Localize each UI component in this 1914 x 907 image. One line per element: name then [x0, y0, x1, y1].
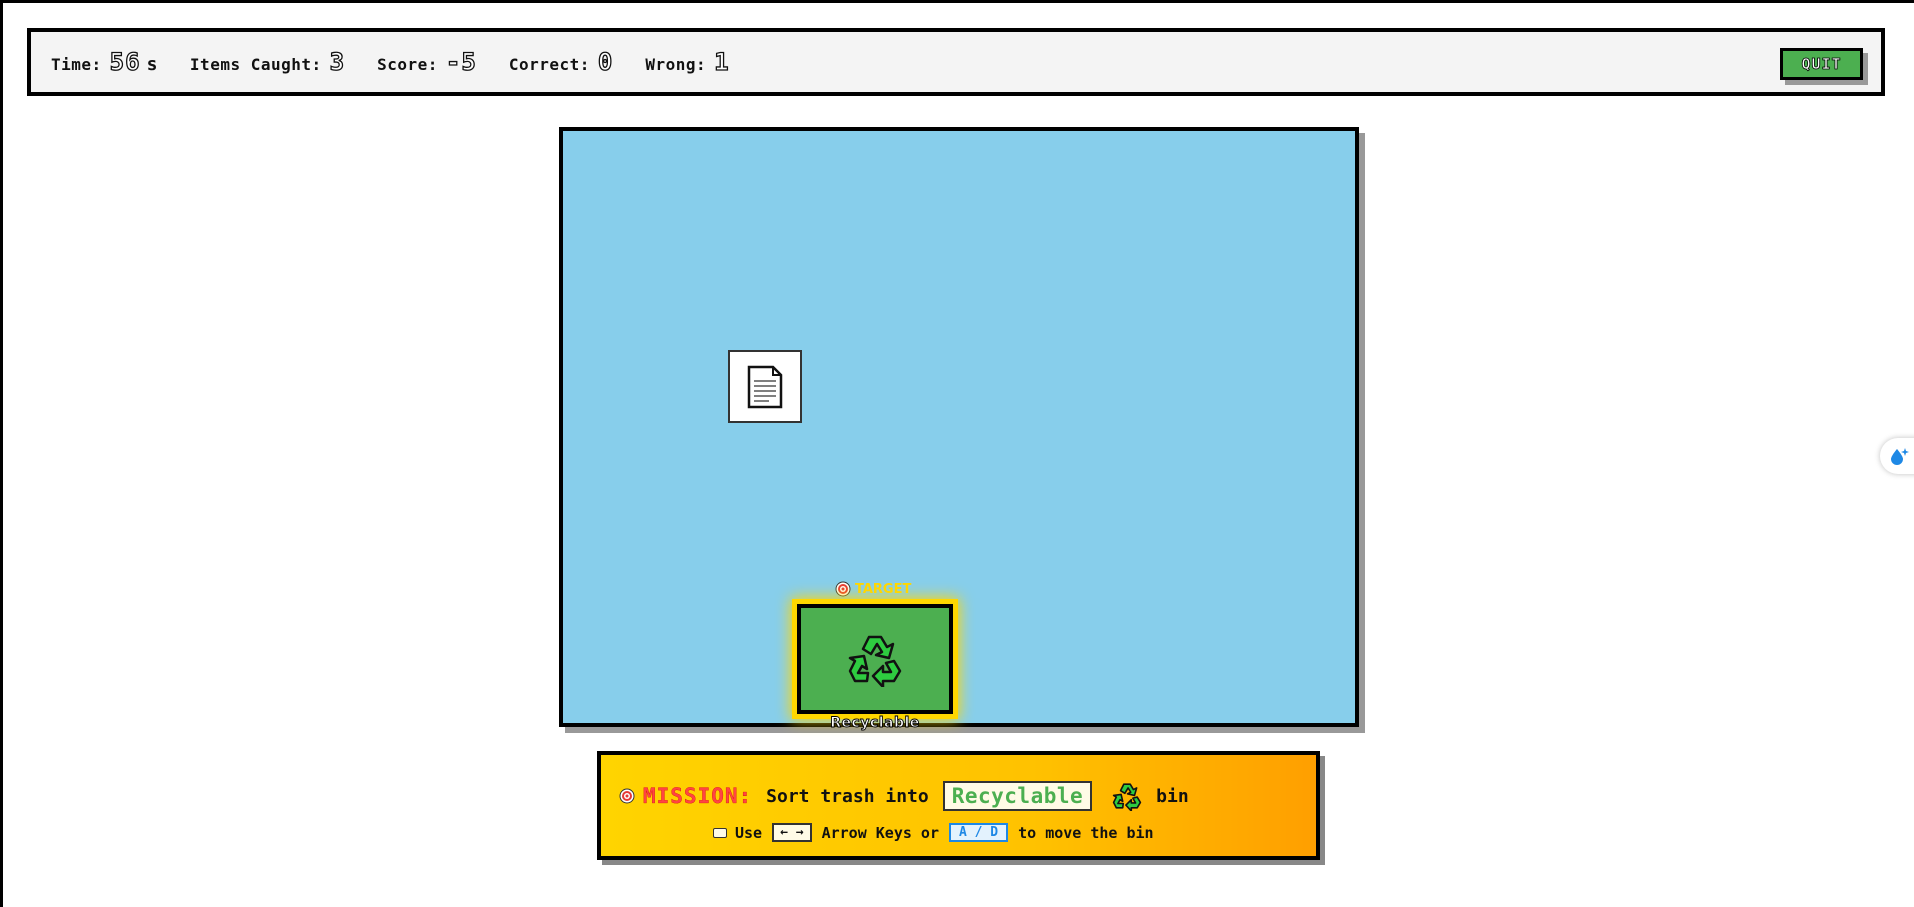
quit-button[interactable]: QUIT: [1780, 48, 1863, 80]
move-text: to move the bin: [1018, 823, 1154, 842]
arrow-keys-text: Arrow Keys or: [821, 823, 939, 842]
score-stat: Score: -5: [377, 47, 477, 76]
mission-banner: MISSION: Sort trash into Recyclable bin …: [597, 751, 1320, 860]
target-icon: [835, 581, 851, 597]
arrow-keys-box: ← →: [772, 823, 812, 842]
items-caught-value: 3: [329, 47, 346, 76]
time-stat: Time: 56 s: [51, 47, 158, 76]
controls-hint: Use ← → Arrow Keys or A / D to move the …: [713, 823, 1154, 842]
hud-bar: Time: 56 s Items Caught: 3 Score: -5 Cor…: [27, 28, 1885, 96]
items-caught-stat: Items Caught: 3: [189, 47, 346, 76]
falling-item: [728, 350, 802, 423]
recycle-icon: [1112, 781, 1142, 811]
wrong-label: Wrong:: [645, 55, 707, 74]
score-value: -5: [445, 47, 477, 76]
use-text: Use: [735, 823, 763, 842]
droplet-sparkle-icon: [1891, 448, 1909, 465]
recycle-icon: [848, 635, 902, 687]
mission-title: MISSION:: [643, 784, 753, 808]
time-unit: s: [146, 54, 158, 75]
ad-keys-box: A / D: [948, 823, 1009, 842]
correct-label: Correct:: [508, 55, 590, 74]
items-caught-label: Items Caught:: [189, 55, 322, 74]
mission-line: MISSION: Sort trash into Recyclable bin: [619, 781, 1189, 811]
correct-value: 0: [597, 47, 614, 76]
mission-text: Sort trash into: [766, 785, 929, 807]
floating-helper-button[interactable]: [1880, 438, 1914, 474]
target-icon: [619, 788, 635, 804]
target-text: TARGET: [855, 581, 912, 597]
mission-category: Recyclable: [942, 781, 1093, 811]
document-icon: [747, 365, 783, 408]
frame-edge-left: [0, 0, 3, 907]
game-canvas[interactable]: TARGET Recyclable: [559, 127, 1359, 731]
time-value: 56: [109, 47, 141, 76]
mission-bin-text: bin: [1156, 785, 1189, 807]
wrong-stat: Wrong: 1: [645, 47, 730, 76]
wrong-value: 1: [713, 47, 730, 76]
correct-stat: Correct: 0: [508, 47, 614, 76]
keyboard-icon: [713, 827, 727, 838]
score-label: Score:: [377, 55, 438, 74]
recycle-bin[interactable]: [792, 599, 958, 719]
time-label: Time:: [51, 55, 102, 74]
bin-label: Recyclable: [830, 715, 920, 732]
target-label: TARGET: [835, 581, 911, 597]
frame-edge-top: [0, 0, 1914, 3]
